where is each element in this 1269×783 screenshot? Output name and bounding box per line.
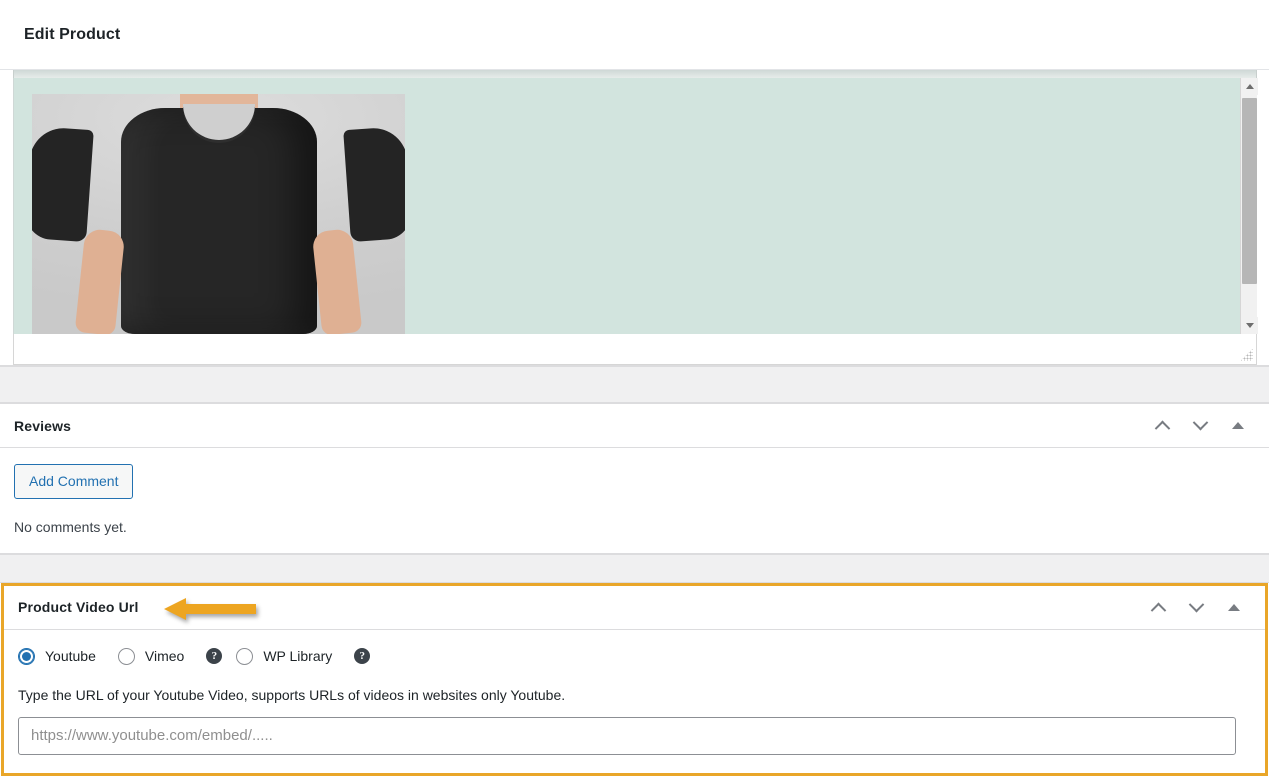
video-url-input[interactable]	[18, 716, 1236, 755]
triangle-up-icon	[1232, 422, 1244, 429]
video-source-radio-group: Youtube Vimeo ? WP Library ?	[18, 646, 1251, 665]
radio-label-vimeo: Vimeo	[144, 648, 185, 665]
left-pointing-arrow-annotation-icon	[164, 597, 256, 620]
help-icon-vimeo[interactable]: ?	[206, 648, 223, 665]
video-source-option-youtube[interactable]: Youtube	[18, 647, 96, 665]
resize-grip-icon[interactable]	[1240, 348, 1253, 361]
page-title: Edit Product	[24, 25, 121, 43]
page-header: Edit Product	[0, 0, 1269, 70]
reviews-metabox-header: Reviews	[0, 404, 1269, 448]
product-content-editor-panel	[0, 70, 1269, 366]
product-video-url-metabox: Product Video Url Youtube Vimeo ? WP Lib…	[1, 582, 1268, 776]
video-toggle-button[interactable]	[1221, 594, 1247, 620]
photo-sleeve-left	[32, 125, 94, 243]
chevron-down-icon	[1188, 596, 1204, 613]
video-url-description: Type the URL of your Youtube Video, supp…	[18, 686, 566, 703]
editor-content-area[interactable]	[13, 78, 1257, 334]
panel-separator-1	[0, 366, 1269, 403]
video-source-option-vimeo[interactable]: Vimeo	[117, 647, 185, 665]
radio-youtube[interactable]	[18, 647, 35, 665]
triangle-up-icon	[1228, 603, 1240, 611]
radio-label-wp-library: WP Library	[263, 648, 333, 665]
photo-arm-right	[311, 228, 363, 334]
reviews-move-up-button[interactable]	[1149, 413, 1175, 439]
chevron-up-icon	[1150, 602, 1166, 618]
video-move-up-button[interactable]	[1145, 594, 1171, 620]
video-move-down-button[interactable]	[1183, 594, 1209, 620]
product-image[interactable]	[32, 94, 405, 334]
radio-wp-library[interactable]	[236, 647, 254, 665]
help-icon-wp-library[interactable]: ?	[354, 648, 371, 665]
scroll-down-arrow-icon[interactable]	[1241, 317, 1258, 334]
product-video-url-body: Youtube Vimeo ? WP Library ? Type the UR…	[4, 630, 1265, 773]
reviews-metabox: Reviews Add Comment No comments yet.	[0, 403, 1269, 554]
reviews-metabox-body: Add Comment No comments yet.	[0, 448, 1269, 553]
editor-vertical-scrollbar[interactable]	[1240, 78, 1258, 334]
scrollbar-thumb[interactable]	[1242, 98, 1257, 284]
product-video-url-controls	[1145, 594, 1257, 620]
no-comments-message: No comments yet.	[14, 518, 127, 535]
editor-status-bar	[13, 334, 1257, 365]
reviews-move-down-button[interactable]	[1187, 413, 1213, 439]
reviews-toggle-button[interactable]	[1225, 413, 1251, 439]
reviews-title: Reviews	[14, 417, 72, 434]
product-video-url-title: Product Video Url	[18, 599, 139, 616]
photo-sleeve-right	[343, 125, 405, 243]
product-video-url-header: Product Video Url	[4, 586, 1265, 630]
chevron-down-icon	[1192, 414, 1208, 431]
video-source-option-wp-library[interactable]: WP Library	[236, 647, 333, 665]
add-comment-button[interactable]: Add Comment	[14, 464, 134, 499]
radio-label-youtube: Youtube	[45, 648, 96, 665]
radio-vimeo[interactable]	[117, 647, 135, 665]
editor-toolbar-strip	[13, 70, 1257, 78]
panel-separator-2	[0, 553, 1269, 583]
scroll-up-arrow-icon[interactable]	[1241, 78, 1258, 95]
photo-arm-left	[74, 228, 126, 334]
chevron-up-icon	[1154, 420, 1170, 437]
photo-tshirt	[120, 108, 317, 334]
reviews-metabox-controls	[1149, 413, 1261, 439]
